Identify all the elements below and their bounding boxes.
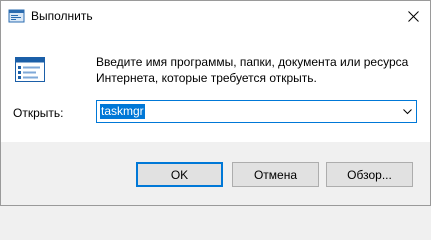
run-dialog-icon <box>8 9 25 23</box>
ok-button[interactable]: OK <box>136 162 223 187</box>
close-button[interactable] <box>396 1 430 32</box>
dialog-body: Введите имя программы, папки, документа … <box>1 32 430 142</box>
description-text: Введите имя программы, папки, документа … <box>96 55 409 85</box>
browse-button[interactable]: Обзор... <box>326 162 413 187</box>
chevron-down-icon <box>402 108 412 114</box>
cancel-button[interactable]: Отмена <box>232 162 319 187</box>
run-program-icon <box>15 57 45 82</box>
open-label: Открыть: <box>13 106 64 120</box>
close-icon <box>407 11 419 22</box>
open-input[interactable]: taskmgr <box>100 104 145 119</box>
combo-dropdown-button[interactable] <box>398 101 416 122</box>
window-title: Выполнить <box>31 9 93 23</box>
title-bar[interactable]: Выполнить <box>1 1 430 32</box>
run-dialog-window: Выполнить Введите имя программы, папки, … <box>0 0 431 206</box>
dialog-footer: OK Отмена Обзор... <box>1 142 430 205</box>
open-combobox[interactable]: taskmgr <box>96 100 417 123</box>
